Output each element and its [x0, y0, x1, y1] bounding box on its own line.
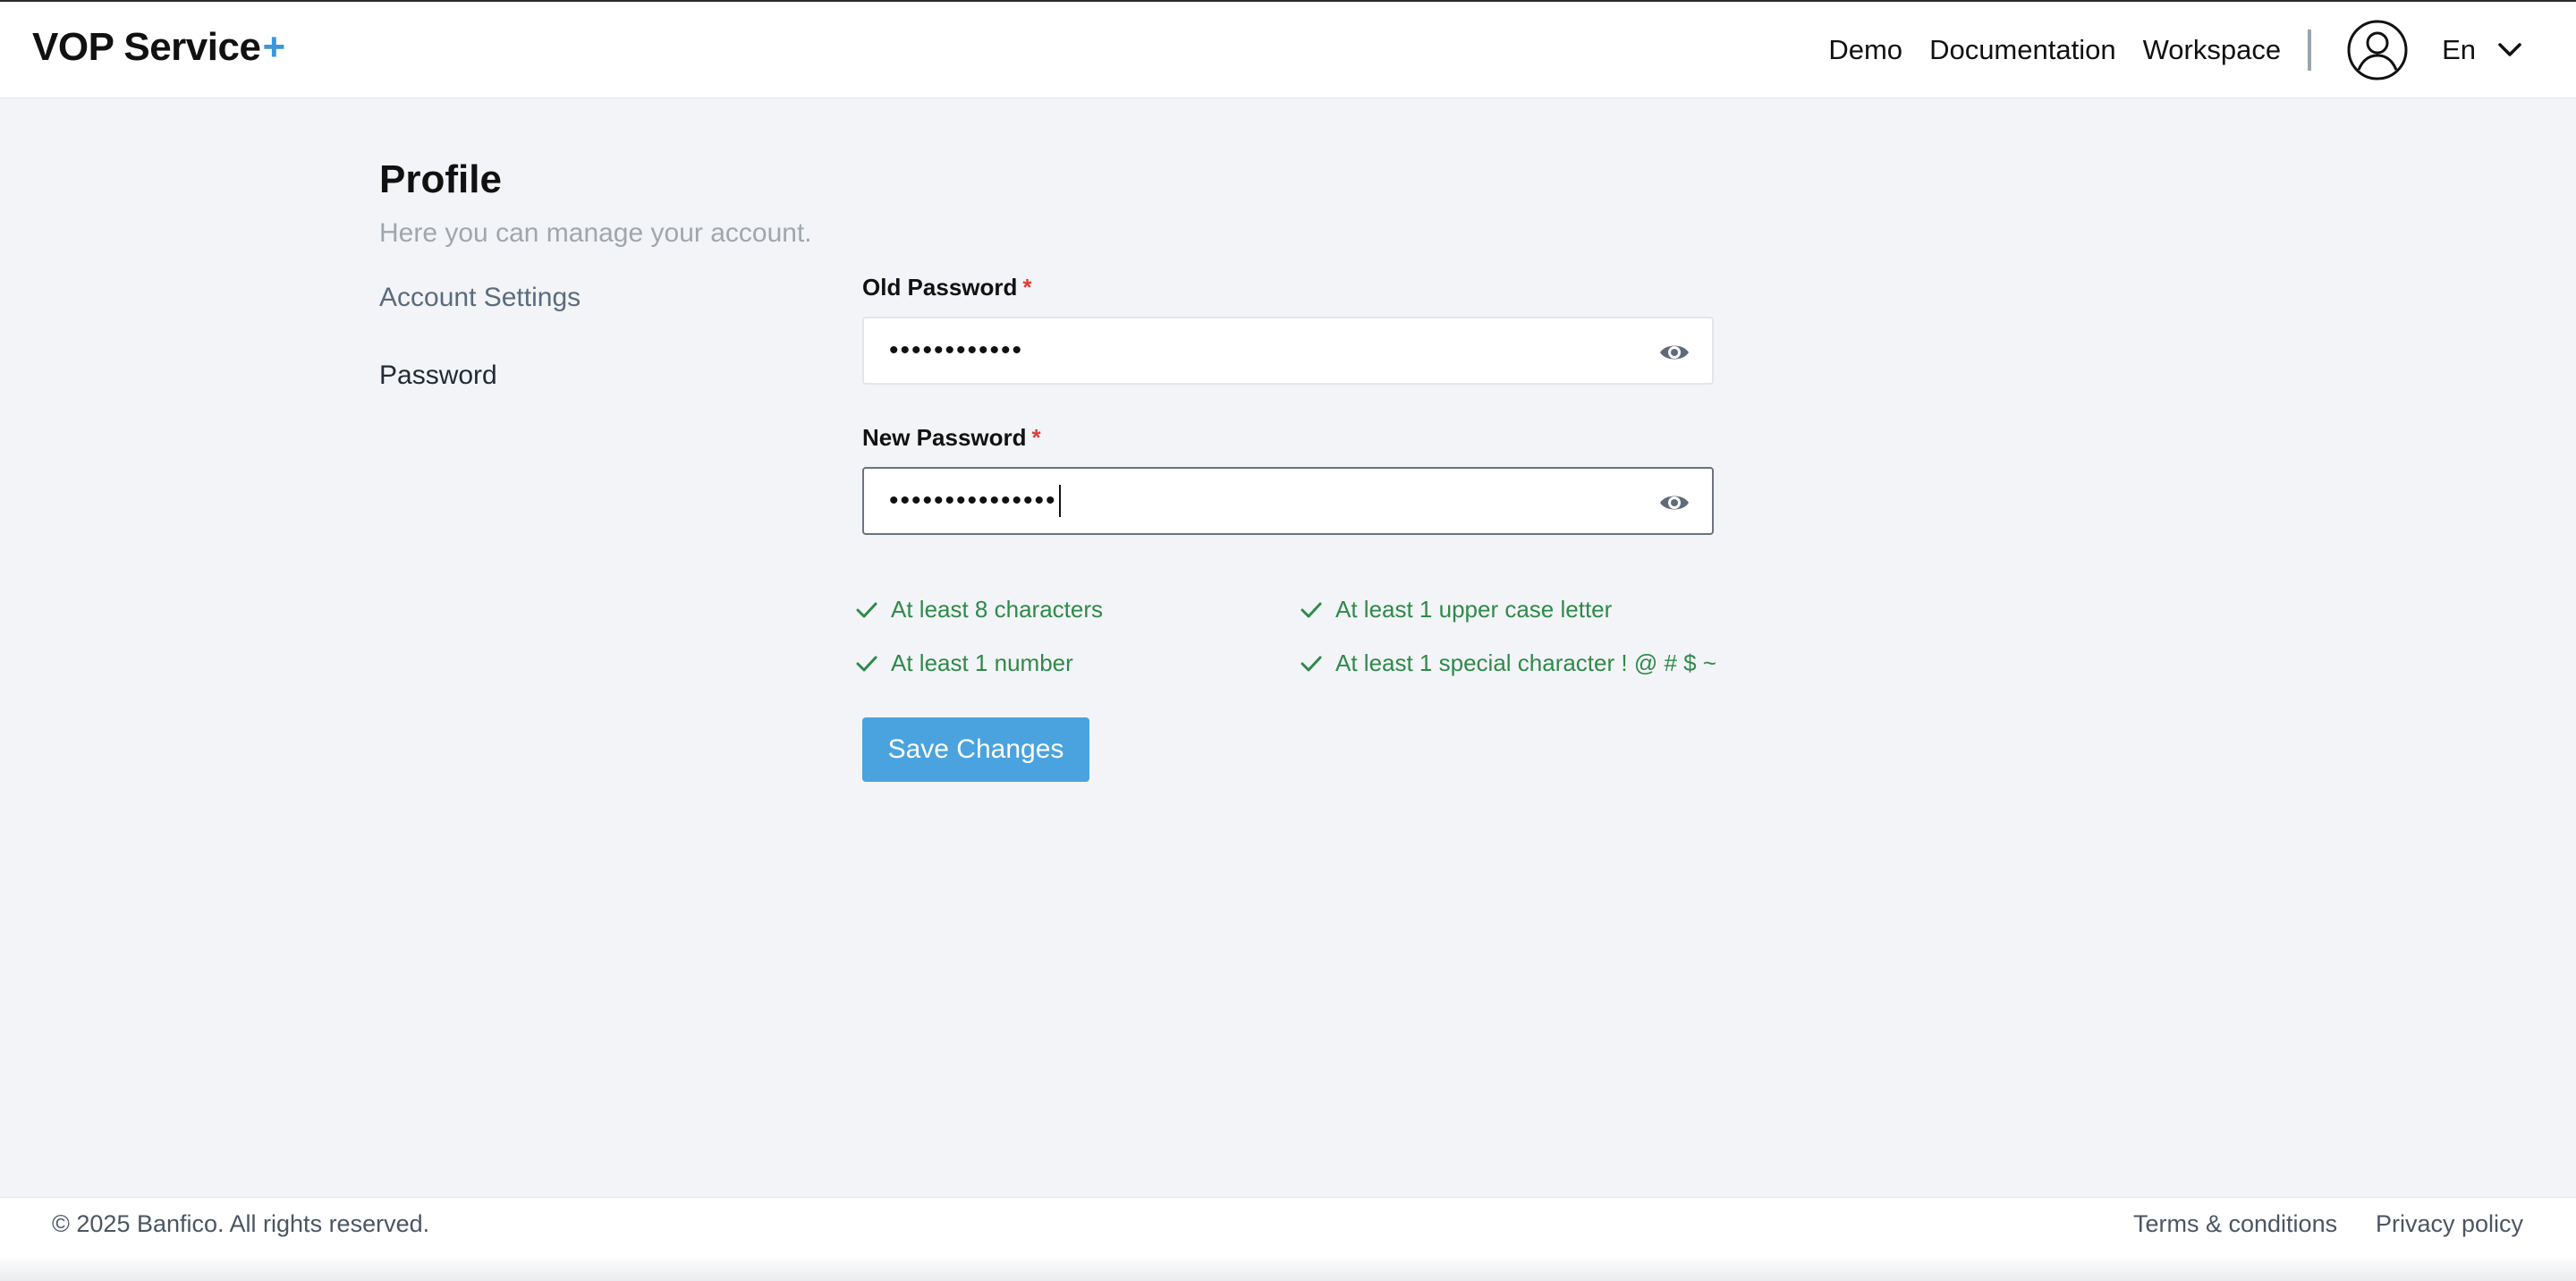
save-changes-button[interactable]: Save Changes — [862, 717, 1089, 782]
new-password-label: New Password * — [862, 424, 1041, 452]
new-password-field[interactable]: ••••••••••••••• — [862, 467, 1714, 535]
nav-demo[interactable]: Demo — [1828, 34, 1902, 66]
terms-link[interactable]: Terms & conditions — [2133, 1210, 2337, 1238]
user-avatar-icon[interactable] — [2347, 20, 2408, 81]
old-password-field[interactable]: •••••••••••• — [862, 317, 1714, 385]
language-selector[interactable]: En — [2442, 34, 2522, 66]
check-icon — [856, 656, 877, 671]
nav-divider — [2308, 30, 2312, 71]
required-mark: * — [1031, 424, 1041, 451]
rule-uppercase: At least 1 upper case letter — [1300, 596, 1612, 624]
footer: © 2025 Banfico. All rights reserved. Ter… — [0, 1197, 2576, 1281]
logo-text: VOP Service — [32, 25, 261, 69]
rule-special-char: At least 1 special character ! @ # $ ~ — [1300, 649, 1716, 677]
old-password-label-text: Old Password — [862, 274, 1018, 301]
rule-text: At least 8 characters — [891, 596, 1103, 623]
top-bar: VOP Service+ Demo Documentation Workspac… — [0, 0, 2576, 98]
new-password-value: ••••••••••••••• — [889, 486, 1057, 515]
language-label: En — [2442, 34, 2476, 65]
new-password-label-text: New Password — [862, 424, 1027, 451]
privacy-link[interactable]: Privacy policy — [2376, 1210, 2523, 1238]
rule-text: At least 1 number — [891, 649, 1073, 676]
top-nav: Demo Documentation Workspace En — [1828, 2, 2576, 98]
app-logo[interactable]: VOP Service+ — [32, 25, 285, 70]
rule-number: At least 1 number — [855, 649, 1073, 677]
nav-workspace[interactable]: Workspace — [2143, 34, 2282, 66]
required-mark: * — [1022, 274, 1032, 301]
check-icon — [1301, 656, 1322, 671]
copyright-text: © 2025 Banfico. All rights reserved. — [52, 1210, 430, 1237]
sidebar-item-password[interactable]: Password — [379, 361, 497, 391]
page-title: Profile — [379, 157, 502, 201]
eye-icon[interactable] — [1658, 487, 1690, 519]
chevron-down-icon — [2498, 43, 2521, 56]
eye-icon[interactable] — [1658, 336, 1690, 369]
old-password-value: •••••••••••• — [889, 335, 1024, 365]
logo-plus: + — [262, 25, 285, 69]
sidebar-item-account-settings[interactable]: Account Settings — [379, 283, 580, 313]
text-caret — [1058, 485, 1061, 517]
rule-text: At least 1 upper case letter — [1335, 596, 1613, 623]
nav-documentation[interactable]: Documentation — [1929, 34, 2116, 66]
check-icon — [1301, 602, 1322, 617]
rule-min-length: At least 8 characters — [855, 596, 1103, 624]
rule-text: At least 1 special character ! @ # $ ~ — [1335, 649, 1716, 676]
check-icon — [856, 602, 877, 617]
old-password-label: Old Password * — [862, 274, 1032, 301]
page-subtitle: Here you can manage your account. — [379, 218, 812, 248]
